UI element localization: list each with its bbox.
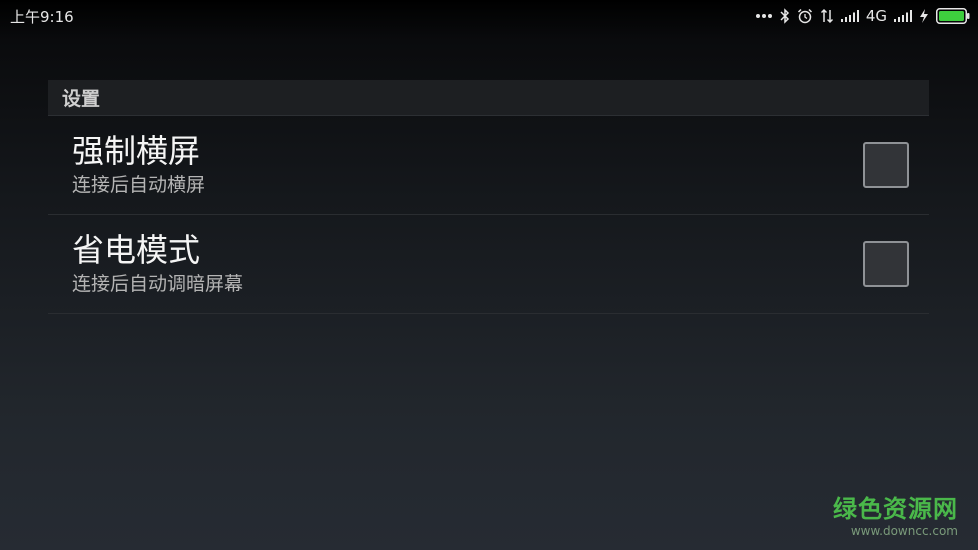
pref-power-saving[interactable]: 省电模式 连接后自动调暗屏幕 xyxy=(48,215,929,314)
pref-text: 强制横屏 连接后自动横屏 xyxy=(72,132,205,198)
pref-summary: 连接后自动横屏 xyxy=(72,174,206,196)
signal-strength-secondary-icon xyxy=(894,10,912,22)
bluetooth-icon xyxy=(780,8,790,24)
power-saving-checkbox[interactable] xyxy=(863,241,909,287)
pref-title: 省电模式 xyxy=(72,231,201,269)
network-type-label: 4G xyxy=(865,7,887,25)
status-bar: 上午9:16 4G xyxy=(0,0,978,32)
data-transfer-icon xyxy=(820,8,834,24)
more-notifications-icon xyxy=(755,13,773,19)
pref-force-landscape[interactable]: 强制横屏 连接后自动横屏 xyxy=(48,116,929,215)
alarm-icon xyxy=(797,8,813,24)
signal-strength-icon xyxy=(840,10,859,22)
watermark-title: 绿色资源网 xyxy=(833,495,958,523)
status-time: 上午9:16 xyxy=(10,7,74,26)
force-landscape-checkbox[interactable] xyxy=(863,142,909,188)
section-header-settings: 设置 xyxy=(48,80,929,116)
pref-summary: 连接后自动调暗屏幕 xyxy=(72,273,244,295)
watermark: 绿色资源网 www.downcc.com xyxy=(833,489,958,538)
pref-text: 省电模式 连接后自动调暗屏幕 xyxy=(72,231,243,297)
watermark-url: www.downcc.com xyxy=(850,524,958,538)
status-icons: 4G xyxy=(755,0,970,32)
settings-panel: 设置 强制横屏 连接后自动横屏 省电模式 连接后自动调暗屏幕 xyxy=(48,80,929,314)
battery-icon xyxy=(936,8,970,24)
charging-bolt-icon xyxy=(919,9,929,23)
pref-title: 强制横屏 xyxy=(72,132,201,170)
